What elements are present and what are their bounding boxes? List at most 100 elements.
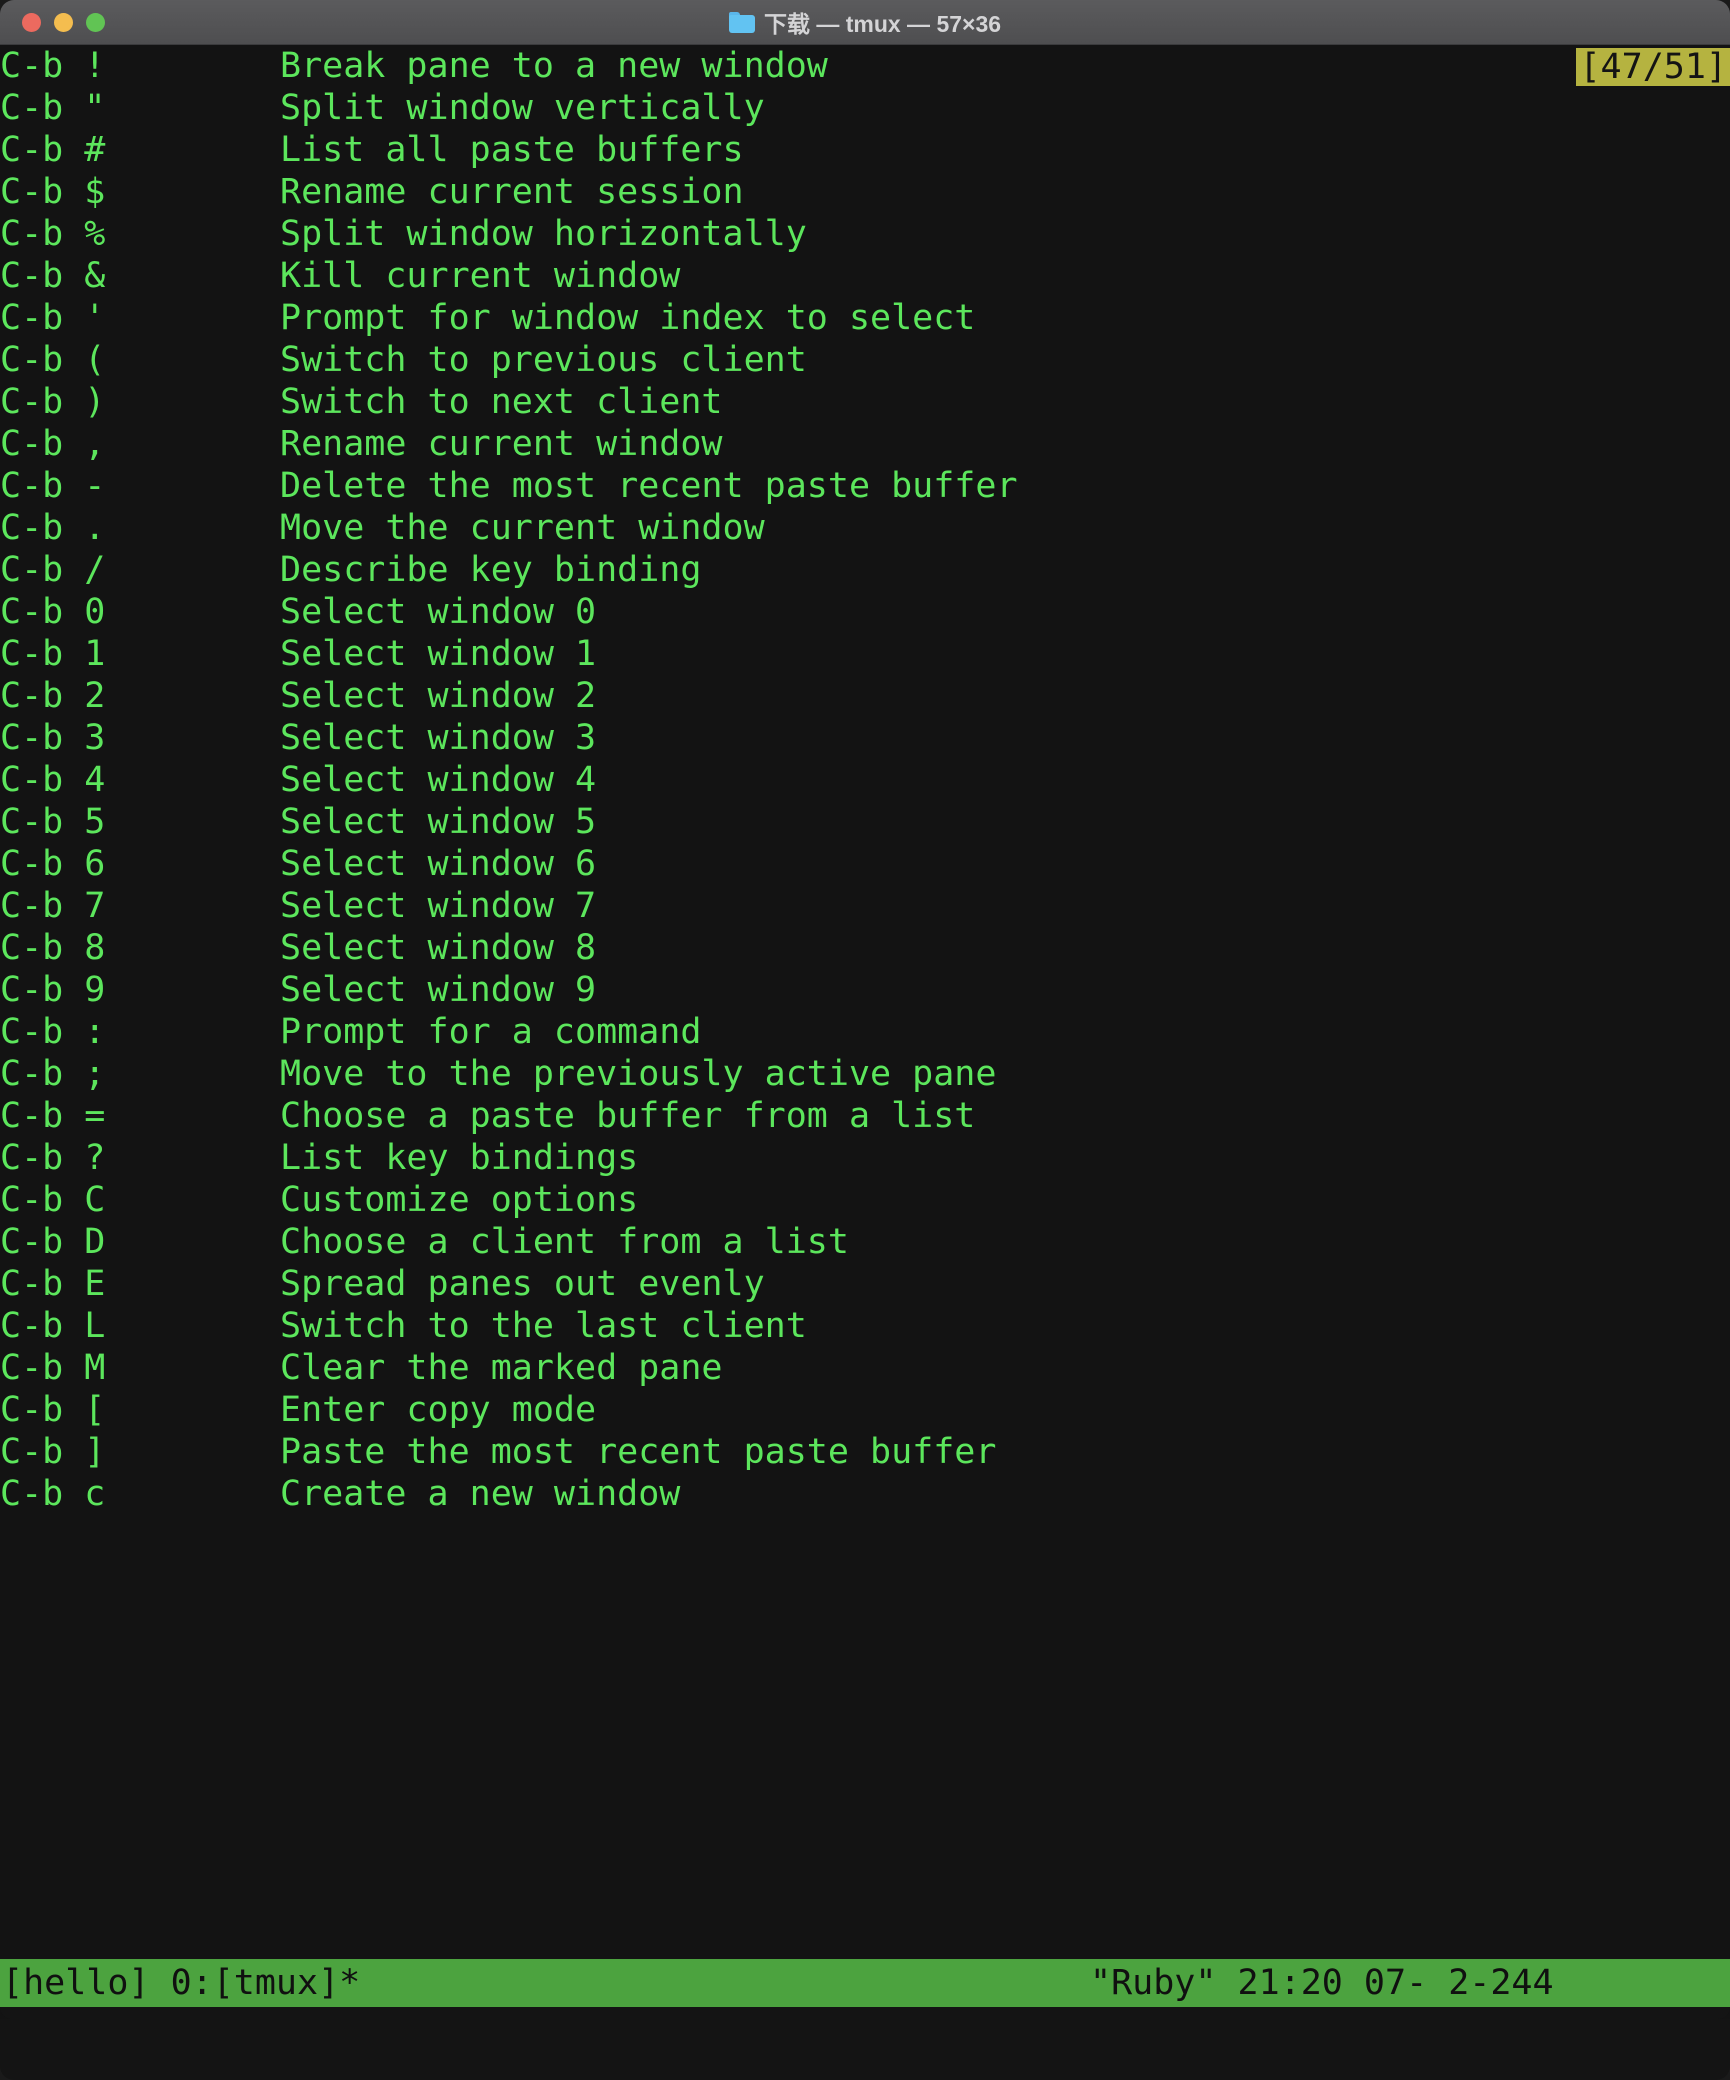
key-binding-row: C-b L Switch to the last client — [0, 1305, 1730, 1347]
traffic-light-group — [22, 0, 105, 44]
key-binding-keys: C-b - — [0, 466, 106, 506]
key-binding-row: C-b . Move the current window — [0, 507, 1730, 549]
key-binding-keys: C-b 4 — [0, 760, 106, 800]
key-binding-description: Customize options — [280, 1180, 639, 1220]
key-binding-row: C-b 4 Select window 4 — [0, 759, 1730, 801]
key-binding-row: C-b : Prompt for a command — [0, 1011, 1730, 1053]
key-binding-row: C-b 7 Select window 7 — [0, 885, 1730, 927]
key-binding-description: Rename current window — [280, 424, 723, 464]
key-binding-keys: C-b ' — [0, 298, 106, 338]
key-binding-row: C-b / Describe key binding — [0, 549, 1730, 591]
key-binding-keys: C-b & — [0, 256, 106, 296]
key-binding-description: Select window 4 — [280, 760, 597, 800]
key-binding-row: C-b 3 Select window 3 — [0, 717, 1730, 759]
key-binding-row: C-b C Customize options — [0, 1179, 1730, 1221]
key-binding-description: Select window 2 — [280, 676, 597, 716]
folder-icon — [728, 11, 755, 33]
key-binding-keys: C-b 6 — [0, 844, 106, 884]
key-binding-description: Spread panes out evenly — [280, 1264, 765, 1304]
key-binding-description: Select window 7 — [280, 886, 597, 926]
key-binding-keys: C-b 5 — [0, 802, 106, 842]
window-title: 下载 — tmux — 57×36 — [763, 11, 1002, 37]
key-binding-description: Choose a client from a list — [280, 1222, 849, 1262]
key-binding-keys: C-b = — [0, 1096, 106, 1136]
key-binding-keys: C-b ? — [0, 1138, 106, 1178]
status-bar-left: [hello] 0:[tmux]* — [2, 1963, 361, 2003]
key-binding-keys: C-b L — [0, 1306, 106, 1346]
key-binding-description: Select window 6 — [280, 844, 597, 884]
key-binding-keys: C-b 7 — [0, 886, 106, 926]
key-binding-keys: C-b ! — [0, 46, 106, 86]
key-binding-description: Switch to previous client — [280, 340, 807, 380]
key-binding-row: C-b [Enter copy mode — [0, 1389, 1730, 1431]
key-binding-keys: C-b 8 — [0, 928, 106, 968]
key-binding-row: C-b % Split window horizontally — [0, 213, 1730, 255]
key-binding-description: Enter copy mode — [280, 1390, 597, 1430]
key-binding-keys: C-b 9 — [0, 970, 106, 1010]
key-binding-row: C-b ! Break pane to a new window — [0, 45, 1730, 87]
key-binding-description: Switch to next client — [280, 382, 723, 422]
key-binding-description: Split window horizontally — [280, 214, 807, 254]
zoom-button[interactable] — [86, 12, 105, 32]
key-binding-row: C-b ? List key bindings — [0, 1137, 1730, 1179]
key-binding-keys: C-b E — [0, 1264, 106, 1304]
key-binding-keys: C-b 0 — [0, 592, 106, 632]
key-binding-description: Switch to the last client — [280, 1306, 807, 1346]
key-binding-description: Select window 0 — [280, 592, 597, 632]
key-binding-row: C-b = Choose a paste buffer from a list — [0, 1095, 1730, 1137]
copy-mode-position-indicator: [47/51] — [1576, 48, 1730, 86]
close-button[interactable] — [22, 12, 41, 32]
key-binding-keys: C-b ; — [0, 1054, 106, 1094]
key-binding-description: Clear the marked pane — [280, 1348, 723, 1388]
key-binding-description: Rename current session — [280, 172, 744, 212]
key-binding-keys: C-b c — [0, 1474, 106, 1514]
key-binding-row: C-b & Kill current window — [0, 255, 1730, 297]
status-bar-right: "Ruby" 21:20 07- 2-244 — [1090, 1963, 1554, 2003]
key-binding-row: C-b # List all paste buffers — [0, 129, 1730, 171]
key-binding-description: Select window 9 — [280, 970, 597, 1010]
key-binding-keys: C-b # — [0, 130, 106, 170]
key-binding-row: C-b 1 Select window 1 — [0, 633, 1730, 675]
key-binding-row: C-b 2 Select window 2 — [0, 675, 1730, 717]
minimize-button[interactable] — [54, 12, 73, 32]
key-binding-description: Select window 8 — [280, 928, 597, 968]
key-binding-row: C-b " Split window vertically — [0, 87, 1730, 129]
key-binding-row: C-b - Delete the most recent paste buffer — [0, 465, 1730, 507]
key-binding-description: Prompt for a command — [280, 1012, 702, 1052]
key-binding-keys: C-b , — [0, 424, 106, 464]
key-binding-description: Choose a paste buffer from a list — [280, 1096, 976, 1136]
key-binding-row: C-b , Rename current window — [0, 423, 1730, 465]
key-binding-keys: C-b M — [0, 1348, 106, 1388]
terminal-content-area[interactable]: C-b ! Break pane to a new window C-b " Spli… — [0, 45, 1730, 2019]
key-binding-description: List all paste buffers — [280, 130, 744, 170]
key-binding-description: Paste the most recent paste buffer — [280, 1432, 997, 1472]
key-binding-keys: C-b D — [0, 1222, 106, 1262]
key-binding-keys: C-b 3 — [0, 718, 106, 758]
key-binding-description: Split window vertically — [280, 88, 765, 128]
key-binding-row: C-b $ Rename current session — [0, 171, 1730, 213]
key-binding-keys: C-b . — [0, 508, 106, 548]
key-binding-keys: C-b " — [0, 88, 106, 128]
key-binding-description: Describe key binding — [280, 550, 702, 590]
key-binding-row: C-b ) Switch to next client — [0, 381, 1730, 423]
key-binding-keys: C-b ( — [0, 340, 106, 380]
key-binding-keys: C-b 1 — [0, 634, 106, 674]
key-binding-description: Create a new window — [280, 1474, 681, 1514]
key-binding-row: C-b 9 Select window 9 — [0, 969, 1730, 1011]
key-binding-description: Prompt for window index to select — [280, 298, 976, 338]
key-binding-description: Select window 5 — [280, 802, 597, 842]
key-binding-keys: C-b % — [0, 214, 106, 254]
key-binding-row: C-b 5 Select window 5 — [0, 801, 1730, 843]
key-binding-keys: C-b $ — [0, 172, 106, 212]
key-binding-row: C-b ' Prompt for window index to select — [0, 297, 1730, 339]
window-titlebar[interactable]: 下载 — tmux — 57×36 — [0, 0, 1730, 45]
key-binding-row: C-b M Clear the marked pane — [0, 1347, 1730, 1389]
tmux-status-bar[interactable]: [hello] 0:[tmux]* "Ruby" 21:20 07- 2-244 — [0, 1959, 1730, 2007]
key-binding-description: List key bindings — [280, 1138, 639, 1178]
key-binding-row: C-b D Choose a client from a list — [0, 1221, 1730, 1263]
key-binding-row: C-b ( Switch to previous client — [0, 339, 1730, 381]
key-binding-row: C-b 6 Select window 6 — [0, 843, 1730, 885]
key-binding-row: C-b E Spread panes out evenly — [0, 1263, 1730, 1305]
key-binding-keys: C-b 2 — [0, 676, 106, 716]
key-binding-description: Delete the most recent paste buffer — [280, 466, 1018, 506]
